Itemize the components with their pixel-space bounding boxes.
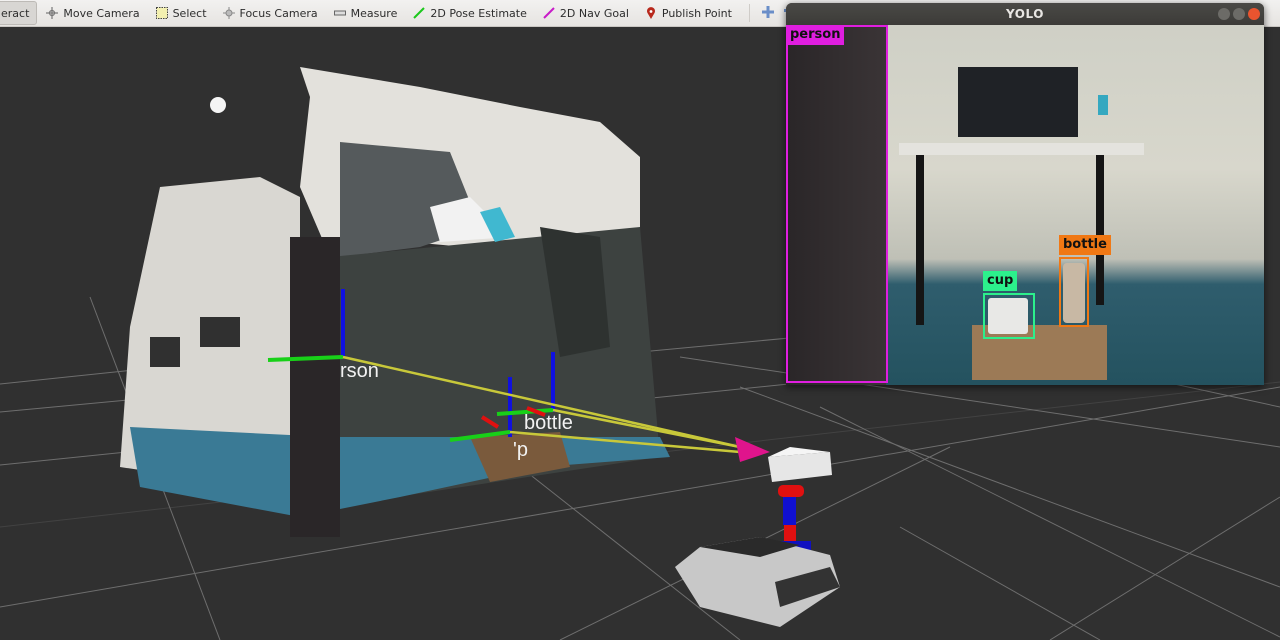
tool-publish-point[interactable]: Publish Point [638, 2, 739, 24]
toolbar-separator [748, 4, 750, 22]
add-tool-icon [761, 5, 774, 21]
tool-move-camera[interactable]: Move Camera [39, 2, 146, 24]
select-icon [155, 7, 168, 19]
measure-icon [333, 7, 346, 19]
tool-publish-point-label: Publish Point [661, 6, 732, 20]
marker-label-cup: 'p [513, 439, 528, 461]
yolo-titlebar[interactable]: YOLO [786, 3, 1264, 25]
close-button[interactable] [1248, 8, 1260, 20]
robot-model [675, 447, 840, 627]
tool-measure-label: Measure [350, 6, 398, 20]
tool-select[interactable]: Select [149, 2, 214, 24]
tool-select-label: Select [172, 6, 207, 20]
yolo-window[interactable]: YOLO person cup bottle [786, 3, 1264, 385]
mug [988, 298, 1028, 334]
tool-focus-camera-label: Focus Camera [239, 6, 318, 20]
tool-2d-nav-goal[interactable]: 2D Nav Goal [536, 2, 636, 24]
bottle [1063, 263, 1085, 323]
move-camera-icon [46, 7, 59, 19]
yolo-camera-image: person cup bottle [786, 25, 1264, 385]
tool-2d-pose-estimate[interactable]: 2D Pose Estimate [406, 2, 534, 24]
tool-interact[interactable]: eract [0, 1, 38, 25]
detection-label-cup: cup [983, 271, 1018, 291]
blue-cup [1098, 95, 1108, 115]
marker-label-bottle: bottle [524, 412, 573, 434]
desk-leg [916, 155, 924, 325]
pose-estimate-icon [413, 7, 426, 19]
detection-label-person: person [786, 25, 845, 45]
desk-leg [1096, 155, 1104, 305]
yolo-window-title: YOLO [1006, 7, 1044, 21]
nav-goal-icon [543, 7, 555, 19]
add-tool-button[interactable] [758, 3, 778, 23]
publish-point-icon [645, 7, 657, 19]
marker-label-person: rson [340, 360, 379, 382]
detection-box-bottle [1059, 257, 1089, 327]
tool-focus-camera[interactable]: Focus Camera [216, 2, 325, 24]
tool-2d-nav-goal-label: 2D Nav Goal [559, 6, 629, 20]
focus-camera-icon [222, 7, 235, 19]
tool-2d-pose-estimate-label: 2D Pose Estimate [430, 6, 527, 20]
detection-label-bottle: bottle [1059, 235, 1111, 255]
tool-move-camera-label: Move Camera [63, 6, 140, 20]
point-cloud [120, 67, 670, 537]
maximize-button[interactable] [1233, 8, 1245, 20]
minimize-button[interactable] [1218, 8, 1230, 20]
detection-box-person [786, 25, 888, 383]
desk-top [899, 143, 1144, 155]
monitor [958, 67, 1078, 137]
tool-measure[interactable]: Measure [327, 2, 405, 24]
tool-interact-label: eract [1, 6, 30, 20]
detection-box-cup [983, 293, 1035, 339]
